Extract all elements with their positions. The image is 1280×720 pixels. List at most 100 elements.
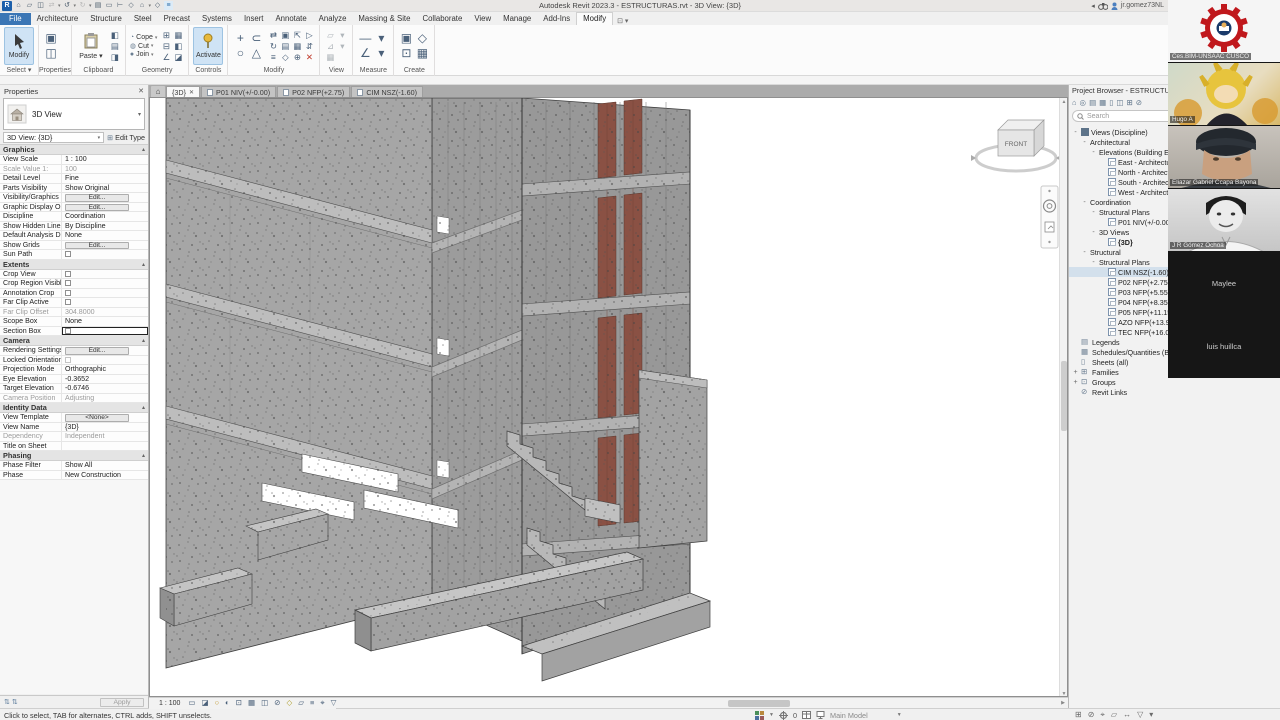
horizontal-scrollbar[interactable]: ▶ xyxy=(338,699,1066,708)
visual-style-icon[interactable]: ▭ xyxy=(188,698,195,708)
vertical-scrollbar-thumb[interactable] xyxy=(1061,361,1067,431)
drawing-area[interactable]: FRONT ▲ ▼ xyxy=(149,97,1068,697)
main-model-icon[interactable] xyxy=(816,711,825,719)
qat-caret-icon[interactable]: ▾ xyxy=(58,3,61,9)
tree-item-groups[interactable]: +⊡Groups xyxy=(1069,377,1280,387)
property-checkbox[interactable] xyxy=(65,251,71,257)
modify-tool-icon[interactable]: ○ xyxy=(232,46,248,61)
modify-tool-icon[interactable]: ◨ xyxy=(109,52,121,63)
design-option-label[interactable]: Main Model xyxy=(830,711,868,720)
view-tab-home-icon[interactable]: ⌂ xyxy=(151,86,165,97)
property-checkbox[interactable] xyxy=(65,280,71,286)
tag-icon[interactable]: ◇ xyxy=(127,1,136,10)
active-workset-icon[interactable] xyxy=(779,711,788,720)
edit-button[interactable]: Edit... xyxy=(65,204,129,212)
browser-views-icon[interactable]: ▤ xyxy=(1089,98,1096,107)
properties-sort-icons[interactable]: ⇅⇅ xyxy=(4,698,20,706)
edit-button[interactable]: Edit... xyxy=(65,347,129,355)
3d-model-view[interactable]: FRONT xyxy=(150,98,1061,697)
modify-tool-icon[interactable]: ⊕ xyxy=(291,52,303,63)
section-collapse-icon[interactable]: ▴ xyxy=(142,337,145,344)
property-checkbox[interactable] xyxy=(65,290,71,296)
modify-tool-icon[interactable]: ⊂ xyxy=(248,31,264,46)
panel-label-measure[interactable]: Measure xyxy=(353,65,393,76)
ribbon-tab-precast[interactable]: Precast xyxy=(158,13,196,25)
modify-tool-icon[interactable]: ▱ xyxy=(324,30,336,41)
property-checkbox[interactable] xyxy=(65,271,71,277)
view-tab-close-icon[interactable]: ✕ xyxy=(189,89,194,96)
section-header-graphics[interactable]: Graphics▴ xyxy=(0,145,148,155)
modify-tool-icon[interactable]: ▾ xyxy=(336,41,348,52)
panel-label-controls[interactable]: Controls xyxy=(189,65,227,76)
modify-tool-icon[interactable]: ◪ xyxy=(172,52,184,63)
geometry-cut-button[interactable]: ◍Cut▾ xyxy=(130,42,157,50)
panel-label-select[interactable]: Select ▾ xyxy=(0,65,38,76)
rendering-icon[interactable]: ◐ xyxy=(225,698,230,708)
ribbon-tab-modify[interactable]: Modify xyxy=(576,12,613,25)
view-tab-p02-nfp-2-75-[interactable]: P02 NFP(+2.75) xyxy=(277,86,350,97)
redo-icon[interactable]: ↻ xyxy=(78,1,87,10)
participant-tile-j-r-g-mez-ochoa[interactable]: J R Gómez Ochoa xyxy=(1168,189,1280,252)
save-icon[interactable]: ◫ xyxy=(36,1,45,10)
modify-tool-icon[interactable]: ◫ xyxy=(43,46,59,61)
modify-tool-icon[interactable]: ◧ xyxy=(109,30,121,41)
modify-tool-icon[interactable]: ▾ xyxy=(373,46,389,61)
ribbon-tab-architecture[interactable]: Architecture xyxy=(31,13,85,25)
design-option-caret-icon[interactable]: ▼ xyxy=(897,712,902,718)
modify-tool-icon[interactable]: ⊞ xyxy=(160,30,172,41)
modify-tool-icon[interactable]: ▤ xyxy=(279,41,291,52)
tree-toggle-icon[interactable]: + xyxy=(1072,369,1079,376)
analytical-model-icon[interactable]: ≡ xyxy=(310,698,314,708)
temporary-view-properties-icon[interactable]: ▱ xyxy=(298,698,304,708)
panel-label-create[interactable]: Create xyxy=(394,65,434,76)
property-checkbox[interactable] xyxy=(65,357,71,363)
participant-tile-luis-huillca[interactable]: luis huillca xyxy=(1168,315,1280,378)
apply-button[interactable]: Apply xyxy=(100,698,144,707)
view-tab--3d-[interactable]: {3D}✕ xyxy=(166,86,200,97)
modify-tool-icon[interactable]: ⊟ xyxy=(160,41,172,52)
select-underlay-icon[interactable]: ⊘ xyxy=(1088,710,1095,720)
thin-lines-icon[interactable]: ≡ xyxy=(164,1,173,10)
modify-tool-icon[interactable]: ◧ xyxy=(172,41,184,52)
participant-tile-eliazar-gabriel-ccapa-bayona[interactable]: Eliazar Gabriel Ccapa Bayona xyxy=(1168,126,1280,189)
view-filter-select[interactable]: 3D View: {3D}▾ xyxy=(3,132,104,143)
type-selector[interactable]: 3D View ▾ xyxy=(3,98,145,130)
modify-tool-icon[interactable]: ⇄ xyxy=(267,30,279,41)
tree-toggle-icon[interactable]: - xyxy=(1090,229,1097,236)
tree-item-revit-links[interactable]: ⊘Revit Links xyxy=(1069,387,1280,397)
navigation-bar[interactable] xyxy=(1041,186,1058,248)
drag-on-selection-icon[interactable]: ↔ xyxy=(1123,710,1131,720)
section-collapse-icon[interactable]: ▴ xyxy=(142,146,145,153)
section-collapse-icon[interactable]: ▴ xyxy=(142,452,145,459)
modify-tool-icon[interactable]: △ xyxy=(248,46,264,61)
binoculars-icon[interactable] xyxy=(1098,2,1108,10)
aligned-dimension-icon[interactable]: ⊢ xyxy=(116,1,125,10)
tree-toggle-icon[interactable]: - xyxy=(1090,209,1097,216)
modify-tool-icon[interactable]: ▾ xyxy=(373,31,389,46)
section-header-phasing[interactable]: Phasing▴ xyxy=(0,451,148,461)
modify-tool-icon[interactable]: ▣ xyxy=(43,31,59,46)
browser-schedules-icon[interactable]: ▦ xyxy=(1099,98,1106,107)
sun-settings-icon[interactable]: ◪ xyxy=(202,698,209,708)
select-by-face-icon[interactable]: ▱ xyxy=(1111,710,1117,720)
qat-caret-icon[interactable]: ▾ xyxy=(89,3,92,9)
section-header-extents[interactable]: Extents▴ xyxy=(0,260,148,270)
modify-tool-icon[interactable]: ↻ xyxy=(267,41,279,52)
edit-button[interactable]: Edit... xyxy=(65,242,129,250)
properties-close-icon[interactable]: ✕ xyxy=(138,87,144,95)
modify-tool-icon[interactable]: ∠ xyxy=(160,52,172,63)
shadows-icon[interactable]: ○ xyxy=(215,698,220,708)
select-modify-button[interactable]: Modify xyxy=(4,27,34,65)
workset-dropdown-caret-icon[interactable]: ▼ xyxy=(769,712,774,718)
edit-type-button[interactable]: ⊞ Edit Type xyxy=(107,133,145,142)
browser-link-icon[interactable]: ⊘ xyxy=(1136,98,1142,107)
tree-toggle-icon[interactable]: - xyxy=(1081,199,1088,206)
tree-toggle-icon[interactable]: - xyxy=(1090,259,1097,266)
modify-tool-icon[interactable]: ≡ xyxy=(267,52,279,63)
ribbon-tab-view[interactable]: View xyxy=(468,13,497,25)
delete-icon[interactable]: ✕ xyxy=(303,52,315,63)
modify-tool-icon[interactable]: ▣ xyxy=(279,30,291,41)
modify-tool-icon[interactable]: ▷ xyxy=(303,30,315,41)
modify-tool-icon[interactable]: ▦ xyxy=(414,46,430,61)
browser-zoom-icon[interactable]: ◎ xyxy=(1080,98,1087,107)
